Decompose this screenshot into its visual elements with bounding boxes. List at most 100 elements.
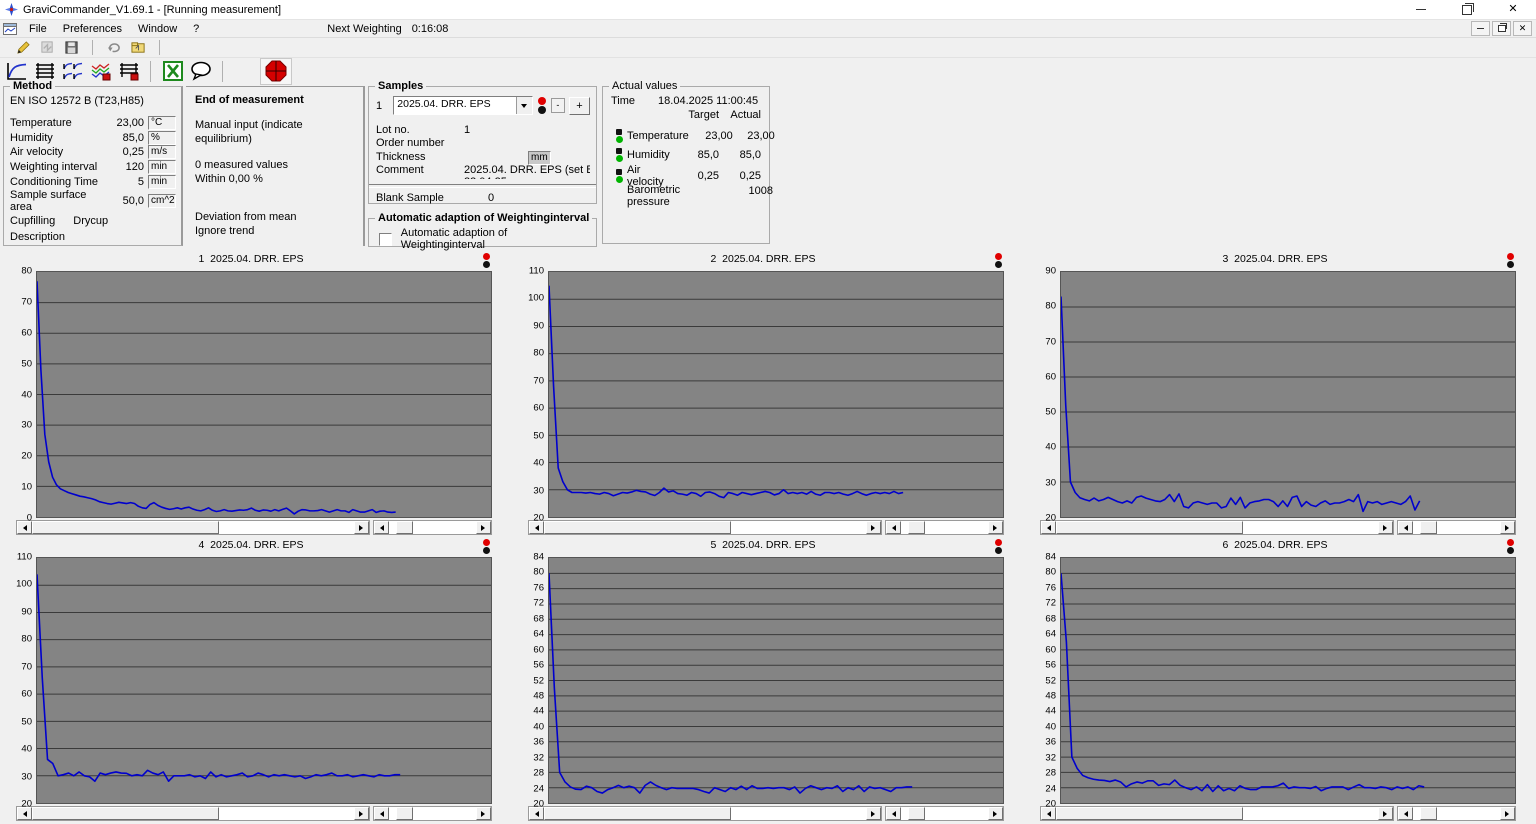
scroll-right-arrow-icon[interactable] [476, 807, 491, 820]
row-target: 0,25 [675, 170, 719, 182]
y-tick-label: 80 [21, 266, 32, 277]
scrollbar-thumb[interactable] [32, 807, 219, 820]
scrollbar-track[interactable] [1056, 521, 1378, 534]
y-tick-label: 50 [21, 716, 32, 727]
y-tick-label: 50 [21, 358, 32, 369]
scroll-right-arrow-icon[interactable] [1378, 807, 1393, 820]
sample-remove-button[interactable]: - [551, 98, 565, 113]
y-tick-label: 30 [1045, 477, 1056, 488]
undo-icon[interactable] [105, 40, 123, 56]
menu-window[interactable]: Window [130, 20, 185, 37]
y-tick-label: 20 [533, 799, 544, 810]
scroll-right-arrow-icon[interactable] [476, 521, 491, 534]
scrollbar-track[interactable] [1413, 521, 1500, 534]
scroll-right-arrow-icon[interactable] [988, 521, 1003, 534]
scroll-left-arrow-icon[interactable] [886, 807, 901, 820]
chart-h-scrollbar[interactable] [528, 520, 882, 535]
scroll-left-arrow-icon[interactable] [1398, 807, 1413, 820]
chart-h-scrollbar[interactable] [885, 520, 1004, 535]
scroll-right-arrow-icon[interactable] [866, 521, 881, 534]
scroll-right-arrow-icon[interactable] [866, 807, 881, 820]
chevron-down-icon[interactable] [516, 97, 532, 114]
y-axis: 9080706050403020 [1034, 271, 1060, 518]
scrollbar-track[interactable] [389, 807, 476, 820]
scrollbar-thumb[interactable] [1056, 521, 1243, 534]
chart-h-scrollbar[interactable] [373, 806, 492, 821]
scrollbar-track[interactable] [389, 521, 476, 534]
blank-sample-value: 0 [464, 192, 590, 205]
y-tick-label: 80 [533, 567, 544, 578]
scrollbar-thumb[interactable] [544, 521, 731, 534]
sample-select[interactable]: 2025.04. DRR. EPS [393, 96, 532, 115]
minimize-button[interactable] [1398, 0, 1444, 19]
scrollbar-thumb[interactable] [396, 521, 413, 534]
scrollbar-track[interactable] [1056, 807, 1378, 820]
chart-h-scrollbar[interactable] [885, 806, 1004, 821]
mdi-minimize-button[interactable] [1471, 21, 1490, 36]
y-axis: 1101009080706050403020 [10, 557, 36, 804]
save-icon[interactable] [62, 40, 80, 56]
pencil-icon[interactable] [14, 40, 32, 56]
scrollbar-thumb[interactable] [1420, 521, 1437, 534]
scroll-right-arrow-icon[interactable] [1500, 521, 1515, 534]
close-button[interactable]: ✕ [1490, 0, 1536, 19]
scrollbar-track[interactable] [32, 521, 354, 534]
y-tick-label: 20 [533, 513, 544, 524]
scrollbar-thumb[interactable] [396, 807, 413, 820]
scroll-left-arrow-icon[interactable] [1398, 521, 1413, 534]
menu-preferences[interactable]: Preferences [55, 20, 130, 37]
menu-help[interactable]: ? [185, 20, 207, 37]
scroll-right-arrow-icon[interactable] [1500, 807, 1515, 820]
chart-h-scrollbar[interactable] [1040, 520, 1394, 535]
chart-title: 5 2025.04. DRR. EPS [522, 539, 1004, 551]
chart-h-scrollbar[interactable] [16, 520, 370, 535]
scroll-left-arrow-icon[interactable] [374, 807, 389, 820]
row-actual: 85,0 [719, 149, 761, 161]
restore-button[interactable] [1444, 0, 1490, 19]
scrollbar-track[interactable] [901, 521, 988, 534]
y-tick-label: 20 [1045, 799, 1056, 810]
scroll-right-arrow-icon[interactable] [354, 807, 369, 820]
export-disabled-icon[interactable] [38, 40, 56, 56]
scrollbar-track[interactable] [1413, 807, 1500, 820]
folder-icon[interactable] [129, 40, 147, 56]
scroll-right-arrow-icon[interactable] [354, 521, 369, 534]
scroll-right-arrow-icon[interactable] [1378, 521, 1393, 534]
scrollbar-track[interactable] [544, 807, 866, 820]
excel-icon[interactable] [160, 60, 185, 83]
red-lamp-icon [995, 253, 1002, 260]
scrollbar-thumb[interactable] [32, 521, 219, 534]
multi-curve-icon[interactable] [60, 60, 85, 83]
scroll-left-arrow-icon[interactable] [886, 521, 901, 534]
mdi-close-button[interactable]: ✕ [1513, 21, 1532, 36]
chart-h-scrollbar[interactable] [1397, 806, 1516, 821]
mdi-restore-icon [1498, 25, 1506, 32]
end-of-measurement-title: End of measurement [195, 94, 355, 106]
chart-h-scrollbar[interactable] [1397, 520, 1516, 535]
y-tick-label: 80 [1045, 301, 1056, 312]
mdi-restore-button[interactable] [1492, 21, 1511, 36]
y-tick-label: 10 [21, 482, 32, 493]
scrollbar-track[interactable] [32, 807, 354, 820]
scrollbar-thumb[interactable] [544, 807, 731, 820]
chart-export-icon[interactable] [88, 60, 113, 83]
comment-icon[interactable] [188, 60, 213, 83]
auto-adaption-checkbox[interactable] [379, 233, 392, 246]
chart-h-scrollbar[interactable] [1040, 806, 1394, 821]
scrollbar-track[interactable] [544, 521, 866, 534]
chart-h-scrollbar[interactable] [373, 520, 492, 535]
y-tick-label: 100 [16, 579, 32, 590]
scrollbar-thumb[interactable] [908, 807, 925, 820]
chart-h-scrollbar[interactable] [528, 806, 882, 821]
sample-add-button[interactable]: + [569, 97, 590, 115]
scroll-left-arrow-icon[interactable] [374, 521, 389, 534]
chart-h-scrollbar[interactable] [16, 806, 370, 821]
scroll-right-arrow-icon[interactable] [988, 807, 1003, 820]
scrollbar-thumb[interactable] [908, 521, 925, 534]
scrollbar-track[interactable] [901, 807, 988, 820]
table-export-icon[interactable] [116, 60, 141, 83]
scrollbar-thumb[interactable] [1420, 807, 1437, 820]
menu-file[interactable]: File [21, 20, 55, 37]
scrollbar-thumb[interactable] [1056, 807, 1243, 820]
toolbar-separator [92, 40, 93, 55]
